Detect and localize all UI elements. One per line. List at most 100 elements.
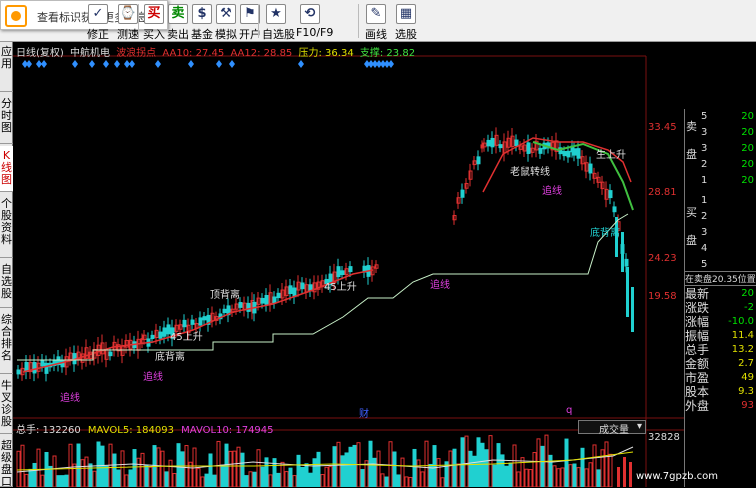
- candle-body: [588, 163, 593, 174]
- volume-bar: [60, 475, 65, 487]
- volume-indicator-select[interactable]: 成交量 ▾: [578, 420, 646, 436]
- toolbar-button-8[interactable]: ⟲ F10/F9: [296, 0, 333, 42]
- annotation-zhuilu-3: 追线: [430, 280, 450, 291]
- volume-bar: [296, 454, 301, 487]
- volume-bar: [376, 450, 381, 487]
- volume-bar: [524, 468, 529, 487]
- volume-bar: [240, 452, 245, 487]
- volume-bar: [572, 463, 577, 487]
- left-tab-2[interactable]: K线图: [0, 146, 13, 192]
- toolbar-button-10[interactable]: ▦ 选股: [392, 0, 420, 42]
- toolbar-label-9: 画线: [365, 28, 387, 41]
- volume-bar: [592, 444, 597, 487]
- volume-bar: [232, 450, 237, 487]
- left-tab-6[interactable]: 牛叉诊股: [0, 376, 13, 434]
- volume-bar: [92, 470, 97, 487]
- candle-body: [538, 147, 543, 154]
- candle-body: [566, 150, 571, 158]
- candle-body: [32, 362, 37, 374]
- stock-info-line: 日线(复权) 中航机电 波浪拐点 AA10: 27.45 AA12: 28.85…: [16, 44, 418, 59]
- toolbar-button-0[interactable]: ✓ 修正: [84, 0, 112, 42]
- quote-label: 金额: [685, 357, 710, 371]
- candle-body: [40, 359, 45, 367]
- toolbar-icon-5: ⚒: [216, 4, 236, 24]
- volume-bar: [40, 474, 45, 487]
- annotation-dibeili: 底背离: [155, 352, 185, 363]
- sell-level: 1: [701, 175, 708, 186]
- toolbar-button-9[interactable]: ✎ 画线: [362, 0, 390, 42]
- volume-bar: [340, 455, 345, 487]
- volume-bar: [32, 462, 37, 487]
- candle-body: [624, 258, 629, 267]
- annotation-shengshan: 生上升: [596, 150, 626, 161]
- toolbar-label-5: 模拟: [215, 28, 237, 41]
- volume-bar: [84, 456, 89, 487]
- left-tab-5[interactable]: 综合排名: [0, 310, 13, 374]
- volume-bar: [284, 471, 289, 487]
- left-tab-1[interactable]: 分时图: [0, 94, 13, 144]
- volume-bar: [236, 446, 241, 487]
- toolbar-button-7[interactable]: ★ 自选股: [262, 0, 295, 42]
- volume-bar: [144, 464, 149, 487]
- volume-bar: [316, 451, 321, 487]
- quote-label: 股本: [685, 385, 710, 399]
- signal-diamond: [216, 60, 222, 68]
- volume-bar: [76, 443, 81, 487]
- sell-level: 2: [701, 159, 708, 170]
- volume-bar: [436, 458, 441, 487]
- volume-bar: [80, 459, 85, 487]
- toolbar-button-6[interactable]: ⚑ 开户: [236, 0, 264, 42]
- period-label[interactable]: 日线(复权): [16, 48, 64, 59]
- aa10-value: AA10: 27.45: [162, 48, 225, 59]
- toolbar-icon-0: ✓: [88, 4, 108, 24]
- volume-bar: [160, 450, 165, 487]
- volume-bar: [248, 471, 253, 487]
- volume-bar: [24, 473, 29, 487]
- candle-body: [190, 319, 195, 325]
- volume-bar: [464, 435, 469, 487]
- volume-bar: [372, 457, 377, 487]
- volume-bar: [600, 449, 605, 487]
- volume-bar: [72, 463, 77, 487]
- volume-bar: [68, 443, 73, 487]
- left-tab-0[interactable]: 应用: [0, 42, 13, 92]
- left-tab-7[interactable]: 超级盘口: [0, 436, 13, 488]
- volume-bar: [380, 473, 385, 487]
- volume-bar: [88, 463, 93, 487]
- volume-bar: [56, 475, 61, 487]
- quote-value: -10.0: [728, 316, 754, 327]
- indicator-name[interactable]: 波浪拐点: [116, 48, 156, 59]
- annotation-zhuilu-2: 追线: [143, 372, 163, 383]
- signal-diamond: [298, 60, 304, 68]
- quote-label: 最新: [685, 287, 710, 301]
- price-axis-tick-2: 24.23: [648, 253, 677, 264]
- volume-bar: [268, 474, 273, 487]
- volume-bar: [128, 469, 133, 487]
- aa12-value: AA12: 28.85: [230, 48, 293, 59]
- volume-bar: [560, 467, 565, 487]
- toolbar-label-3: 卖出: [167, 28, 189, 41]
- quote-label: 总手: [685, 343, 710, 357]
- volume-info-line: 总手: 132260 MAVOL5: 184093 MAVOL10: 17494…: [16, 421, 278, 436]
- volume-select-label: 成交量: [599, 425, 629, 436]
- volume-bar: [148, 466, 153, 487]
- signal-diamond: [129, 60, 135, 68]
- volume-bar: [136, 457, 141, 487]
- volume-bar: [156, 447, 161, 487]
- volume-bar: [556, 468, 561, 487]
- volume-bar: [540, 445, 545, 487]
- finance-marker[interactable]: 财: [359, 405, 369, 420]
- volume-bar: [264, 457, 269, 487]
- left-tab-3[interactable]: 个股资料: [0, 194, 13, 258]
- q-marker[interactable]: q: [566, 405, 572, 416]
- candle-body: [486, 139, 491, 147]
- volume-bar: [104, 465, 109, 487]
- volume-bar: [320, 474, 325, 487]
- quote-label: 振幅: [685, 329, 710, 343]
- quote-value: 2.7: [738, 358, 754, 369]
- signal-diamond: [388, 60, 394, 68]
- candle-body: [490, 137, 495, 148]
- pressure-value: 压力: 36.34: [298, 48, 354, 59]
- left-tab-4[interactable]: 自选股: [0, 260, 13, 308]
- candle-body: [608, 190, 613, 199]
